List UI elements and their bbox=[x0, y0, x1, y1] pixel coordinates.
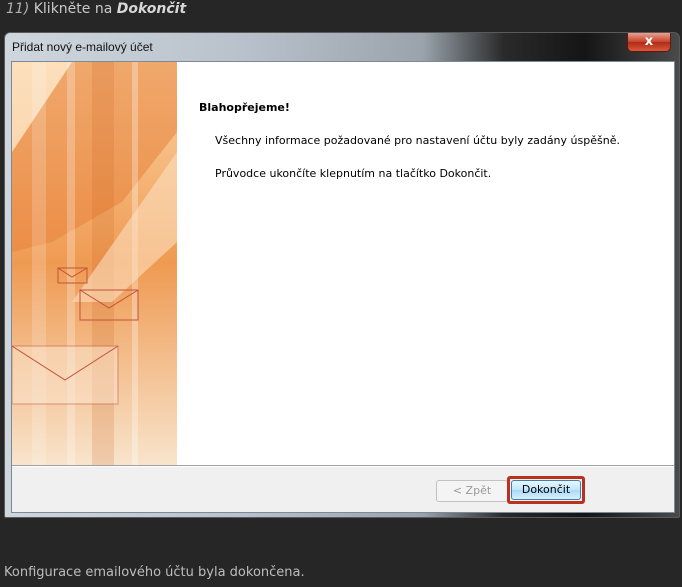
finish-button[interactable]: Dokončit bbox=[511, 480, 581, 500]
envelope-icon-large bbox=[12, 345, 119, 405]
add-email-account-dialog: Přidat nový e-mailový účet x Blahopřejem… bbox=[4, 32, 680, 518]
close-button[interactable]: x bbox=[627, 33, 671, 52]
result-caption: Konfigurace emailového účtu byla dokonče… bbox=[4, 565, 305, 580]
finish-instruction: Průvodce ukončíte klepnutím na tlačítko … bbox=[215, 167, 492, 180]
step-instruction: 11) Klikněte na Dokončit bbox=[6, 1, 186, 17]
step-text: Klikněte na bbox=[29, 1, 117, 17]
window-title: Přidat nový e-mailový účet bbox=[12, 40, 153, 54]
wizard-banner-image bbox=[12, 62, 177, 465]
step-target: Dokončit bbox=[116, 1, 187, 17]
dialog-client-area: Blahopřejeme! Všechny informace požadova… bbox=[11, 61, 675, 513]
button-separator bbox=[12, 465, 674, 467]
close-icon: x bbox=[644, 34, 654, 49]
envelopes-illustration bbox=[12, 62, 177, 465]
titlebar: Přidat nový e-mailový účet x bbox=[5, 33, 679, 60]
back-button[interactable]: < Zpět bbox=[436, 480, 508, 502]
success-message: Všechny informace požadované pro nastave… bbox=[215, 134, 620, 147]
step-number: 11) bbox=[6, 1, 30, 17]
wizard-content: Blahopřejeme! Všechny informace požadova… bbox=[177, 62, 674, 465]
congratulations-heading: Blahopřejeme! bbox=[199, 101, 290, 114]
